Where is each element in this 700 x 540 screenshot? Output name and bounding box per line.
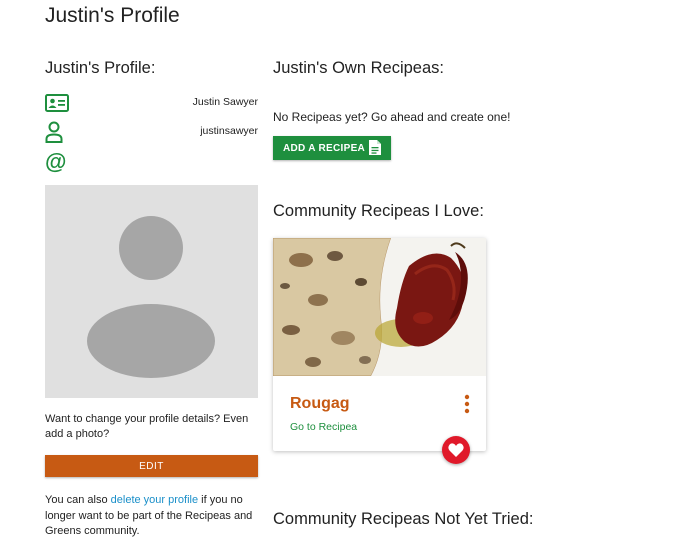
recipe-card: Rougag Go to Recipea: [273, 238, 486, 464]
profile-name-row: Justin Sawyer: [45, 91, 258, 115]
document-icon: [369, 140, 381, 155]
profile-username: justinsawyer: [200, 125, 258, 137]
delete-text-prefix: You can also: [45, 494, 111, 506]
id-card-icon: [45, 94, 69, 112]
goto-recipea-link[interactable]: Go to Recipea: [290, 421, 357, 433]
add-recipea-button[interactable]: ADD A RECIPEA: [273, 136, 391, 160]
profile-heading: Justin's Profile:: [45, 59, 156, 77]
profile-username-row: justinsawyer: [45, 120, 258, 144]
avatar-placeholder-icon: [87, 216, 215, 378]
svg-text:@: @: [45, 150, 66, 174]
edit-profile-button[interactable]: EDIT: [45, 455, 258, 477]
at-icon: @: [45, 150, 66, 174]
more-vert-icon[interactable]: [461, 394, 473, 414]
profile-email-row: @: [45, 150, 258, 174]
like-button[interactable]: [442, 436, 470, 464]
community-love-heading: Community Recipeas I Love:: [273, 202, 484, 220]
page-title: Justin's Profile: [45, 4, 180, 27]
own-recipeas-heading: Justin's Own Recipeas:: [273, 59, 444, 77]
community-not-tried-heading: Community Recipeas Not Yet Tried:: [273, 510, 534, 528]
change-profile-text: Want to change your profile details? Eve…: [45, 413, 249, 440]
recipe-title[interactable]: Rougag: [290, 395, 350, 413]
profile-name: Justin Sawyer: [192, 96, 258, 108]
delete-profile-link[interactable]: delete your profile: [111, 494, 198, 506]
avatar: [45, 185, 258, 398]
no-recipeas-text: No Recipeas yet? Go ahead and create one…: [273, 110, 511, 124]
heart-icon: [448, 443, 464, 457]
delete-profile-text: You can also delete your profile if you …: [45, 493, 258, 540]
recipe-photo[interactable]: [273, 238, 486, 376]
add-recipea-label: ADD A RECIPEA: [283, 142, 366, 154]
user-icon: [45, 121, 63, 143]
